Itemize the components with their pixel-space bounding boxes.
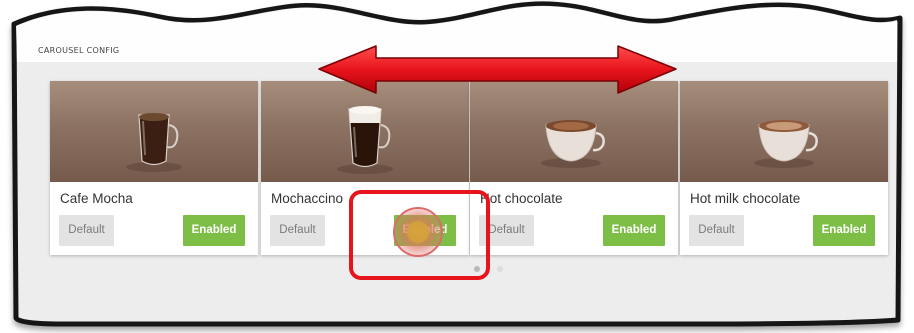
carousel-card-cafe-mocha[interactable]: Cafe Mocha Default Enabled: [50, 81, 258, 255]
default-button[interactable]: Default: [479, 215, 534, 246]
drink-name: Hot milk chocolate: [690, 191, 801, 206]
drink-name: Hot chocolate: [480, 191, 563, 206]
enabled-button[interactable]: Enabled: [183, 215, 245, 246]
drink-name: Cafe Mocha: [60, 191, 133, 206]
drink-name: Mochaccino: [271, 191, 344, 206]
drink-image: [50, 81, 258, 182]
default-button[interactable]: Default: [689, 215, 744, 246]
drink-image: [470, 81, 678, 182]
glass-cup-icon: [337, 106, 393, 174]
pager-dot-active[interactable]: [474, 266, 480, 272]
panel-title: CAROUSEL CONFIG: [38, 46, 120, 55]
enabled-button[interactable]: Enabled: [394, 215, 456, 246]
enabled-button[interactable]: Enabled: [603, 215, 665, 246]
cup-icon: [754, 120, 818, 168]
glass-cup-icon: [126, 113, 182, 172]
drink-image: [261, 81, 469, 182]
pager-dot[interactable]: [497, 266, 503, 272]
enabled-button[interactable]: Enabled: [813, 215, 875, 246]
carousel-card-mochaccino[interactable]: Mochaccino Default Enabled: [261, 81, 469, 255]
default-button[interactable]: Default: [270, 215, 325, 246]
drink-image: [680, 81, 888, 182]
default-button[interactable]: Default: [59, 215, 114, 246]
carousel-card-hot-milk-chocolate[interactable]: Hot milk chocolate Default Enabled: [680, 81, 888, 255]
carousel-card-hot-chocolate[interactable]: Hot chocolate Default Enabled: [470, 81, 678, 255]
cup-icon: [541, 120, 605, 168]
